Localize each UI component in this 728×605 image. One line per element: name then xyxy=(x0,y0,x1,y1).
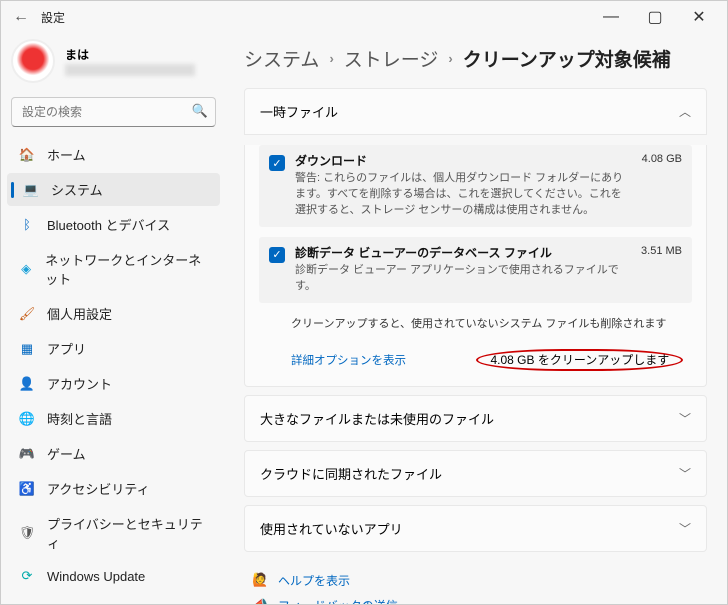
apps-icon: ▦ xyxy=(19,341,35,357)
nav-personalization[interactable]: 🖌個人用設定 xyxy=(7,297,220,330)
checkbox-downloads[interactable]: ✓ xyxy=(269,155,285,171)
profile-name: まは xyxy=(65,46,195,64)
breadcrumb: システム › ストレージ › クリーンアップ対象候補 xyxy=(244,45,707,72)
help-link[interactable]: 🙋ヘルプを表示 xyxy=(252,568,707,593)
bluetooth-icon: ᛒ xyxy=(19,217,35,233)
cleanup-info: クリーンアップすると、使用されていないシステム ファイルも削除されます xyxy=(291,315,690,331)
panel-title: クラウドに同期されたファイル xyxy=(260,464,442,483)
chevron-right-icon: › xyxy=(448,51,452,66)
nav-apps[interactable]: ▦アプリ xyxy=(7,332,220,365)
file-row-downloads: ✓ ダウンロード 警告: これらのファイルは、個人用ダウンロード フォルダーにあ… xyxy=(259,145,692,227)
panel-temp-files[interactable]: 一時ファイル ︿ xyxy=(244,88,707,135)
profile[interactable]: まは xyxy=(1,37,226,89)
shield-icon: 🛡 xyxy=(19,525,35,541)
panel-title: 一時ファイル xyxy=(260,102,338,121)
chevron-right-icon: › xyxy=(329,51,333,66)
file-row-diagnostic: ✓ 診断データ ビューアーのデータベース ファイル 診断データ ビューアー アプ… xyxy=(259,237,692,303)
panel-title: 大きなファイルまたは未使用のファイル xyxy=(260,409,494,428)
nav: 🏠ホーム 💻システム ᛒBluetooth とデバイス ◈ネットワークとインター… xyxy=(1,137,226,592)
maximize-button[interactable]: ▢ xyxy=(633,1,677,33)
crumb-system[interactable]: システム xyxy=(244,45,319,72)
advanced-options-link[interactable]: 詳細オプションを表示 xyxy=(291,352,406,368)
panel-title: 使用されていないアプリ xyxy=(260,519,403,538)
accessibility-icon: ♿ xyxy=(19,481,35,497)
sidebar: まは 🔍 🏠ホーム 💻システム ᛒBluetooth とデバイス ◈ネットワーク… xyxy=(1,33,226,604)
search: 🔍 xyxy=(11,97,216,127)
chevron-up-icon: ︿ xyxy=(679,103,691,120)
panel-large-files[interactable]: 大きなファイルまたは未使用のファイル ﹀ xyxy=(244,395,707,442)
minimize-button[interactable]: ― xyxy=(589,1,633,33)
feedback-icon: 📣 xyxy=(252,597,268,604)
panel-cloud-files[interactable]: クラウドに同期されたファイル ﹀ xyxy=(244,450,707,497)
crumb-current: クリーンアップ対象候補 xyxy=(463,45,671,72)
titlebar: ← 設定 ― ▢ ✕ xyxy=(1,1,727,33)
chevron-down-icon: ﹀ xyxy=(679,410,691,427)
help-icon: 🙋 xyxy=(252,572,268,588)
nav-privacy[interactable]: 🛡プライバシーとセキュリティ xyxy=(7,507,220,559)
system-icon: 💻 xyxy=(23,182,39,198)
nav-update[interactable]: ⟳Windows Update xyxy=(7,561,220,591)
home-icon: 🏠 xyxy=(19,147,35,163)
chevron-down-icon: ﹀ xyxy=(679,465,691,482)
wifi-icon: ◈ xyxy=(19,261,33,277)
file-desc: 診断データ ビューアー アプリケーションで使用されるファイルです。 xyxy=(295,264,619,292)
nav-network[interactable]: ◈ネットワークとインターネット xyxy=(7,243,220,295)
avatar xyxy=(11,39,55,83)
search-icon: 🔍 xyxy=(192,103,208,119)
close-button[interactable]: ✕ xyxy=(677,1,721,33)
clock-icon: 🌐 xyxy=(19,411,35,427)
crumb-storage[interactable]: ストレージ xyxy=(344,45,439,72)
chevron-down-icon: ﹀ xyxy=(679,520,691,537)
profile-email xyxy=(65,64,195,76)
nav-bluetooth[interactable]: ᛒBluetooth とデバイス xyxy=(7,208,220,241)
nav-accounts[interactable]: 👤アカウント xyxy=(7,367,220,400)
panel-temp-body: ✓ ダウンロード 警告: これらのファイルは、個人用ダウンロード フォルダーにあ… xyxy=(244,145,707,387)
nav-accessibility[interactable]: ♿アクセシビリティ xyxy=(7,472,220,505)
account-icon: 👤 xyxy=(19,376,35,392)
file-title: 診断データ ビューアーのデータベース ファイル xyxy=(295,246,552,260)
main: システム › ストレージ › クリーンアップ対象候補 一時ファイル ︿ ✓ ダウ… xyxy=(226,33,727,604)
file-title: ダウンロード xyxy=(295,154,367,168)
update-icon: ⟳ xyxy=(19,568,35,584)
brush-icon: 🖌 xyxy=(19,306,35,322)
panel-unused-apps[interactable]: 使用されていないアプリ ﹀ xyxy=(244,505,707,552)
gaming-icon: 🎮 xyxy=(19,446,35,462)
checkbox-diagnostic[interactable]: ✓ xyxy=(269,247,285,263)
back-button[interactable]: ← xyxy=(7,8,35,26)
feedback-link[interactable]: 📣フィードバックの送信 xyxy=(252,593,707,604)
nav-system[interactable]: 💻システム xyxy=(7,173,220,206)
help-links: 🙋ヘルプを表示 📣フィードバックの送信 xyxy=(244,560,707,604)
nav-gaming[interactable]: 🎮ゲーム xyxy=(7,437,220,470)
nav-time[interactable]: 🌐時刻と言語 xyxy=(7,402,220,435)
file-size: 3.51 MB xyxy=(641,245,682,257)
cleanup-button[interactable]: 4.08 GB をクリーンアップします xyxy=(472,347,687,372)
file-desc: 警告: これらのファイルは、個人用ダウンロード フォルダーにあります。すべてを削… xyxy=(295,172,623,216)
search-input[interactable] xyxy=(11,97,216,127)
nav-home[interactable]: 🏠ホーム xyxy=(7,138,220,171)
window-title: 設定 xyxy=(41,9,65,26)
file-size: 4.08 GB xyxy=(642,153,682,165)
